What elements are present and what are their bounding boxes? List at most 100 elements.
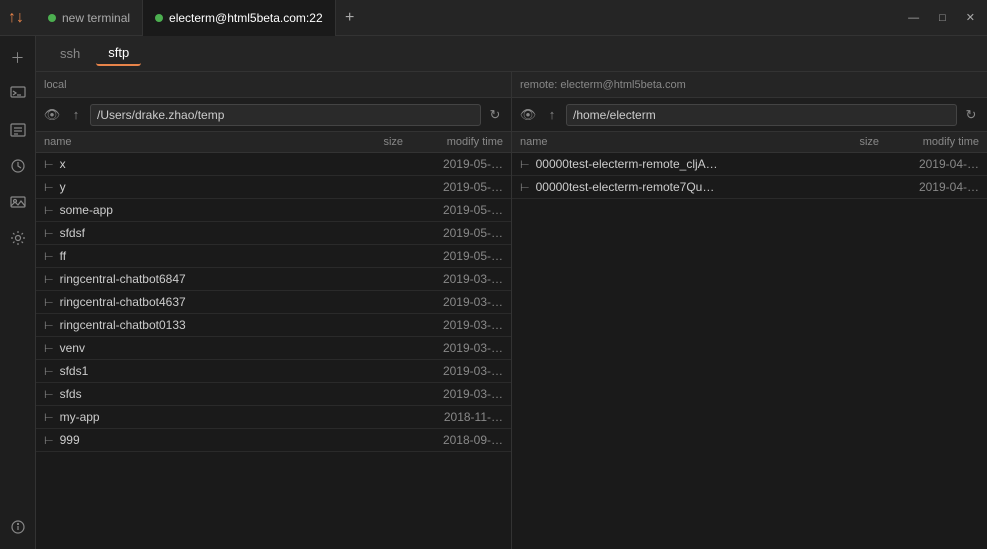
app-logo: ↑↓	[8, 9, 24, 27]
minimize-button[interactable]: —	[904, 10, 923, 26]
tab-sftp[interactable]: sftp	[96, 41, 141, 66]
local-file-row[interactable]: ⊢ y 2019-05-…	[36, 176, 511, 199]
folder-icon: ⊢	[44, 227, 54, 240]
local-file-row[interactable]: ⊢ sfdsf 2019-05-…	[36, 222, 511, 245]
tab-label-new-terminal: new terminal	[62, 11, 130, 25]
local-pane-header: local	[36, 72, 511, 98]
sidebar-image-icon[interactable]	[4, 188, 32, 216]
folder-icon: ⊢	[44, 365, 54, 378]
folder-icon: ⊢	[520, 181, 530, 194]
tab-dot-new-terminal	[48, 14, 56, 22]
folder-icon: ⊢	[44, 342, 54, 355]
folder-icon: ⊢	[44, 158, 54, 171]
remote-pane: remote: electerm@html5beta.com 👁 ↑ ↻ nam…	[512, 72, 987, 549]
remote-file-mtime: 2019-04-…	[879, 180, 979, 194]
local-file-row[interactable]: ⊢ ff 2019-05-…	[36, 245, 511, 268]
remote-pane-header: remote: electerm@html5beta.com	[512, 72, 987, 98]
folder-icon: ⊢	[520, 158, 530, 171]
remote-up-icon[interactable]: ↑	[542, 107, 562, 122]
local-file-name: ⊢ y	[44, 180, 323, 194]
maximize-button[interactable]: □	[935, 10, 950, 26]
local-file-mtime: 2019-03-…	[403, 364, 503, 378]
sidebar-settings-icon[interactable]	[4, 224, 32, 252]
local-file-name: ⊢ ringcentral-chatbot4637	[44, 295, 323, 309]
local-file-row[interactable]: ⊢ some-app 2019-05-…	[36, 199, 511, 222]
sidebar: ＋	[0, 36, 36, 549]
local-file-row[interactable]: ⊢ sfds 2019-03-…	[36, 383, 511, 406]
add-tab-button[interactable]: +	[336, 4, 364, 32]
local-file-mtime: 2019-05-…	[403, 226, 503, 240]
close-button[interactable]: ✕	[962, 9, 979, 26]
local-eye-icon[interactable]: 👁	[42, 107, 62, 123]
sidebar-add-icon[interactable]: ＋	[4, 44, 32, 72]
tab-label-sftp: electerm@html5beta.com:22	[169, 11, 323, 25]
local-file-mtime: 2019-05-…	[403, 203, 503, 217]
main-content: ssh sftp local 👁 ↑ ↻ name size modif	[36, 36, 987, 549]
local-file-row[interactable]: ⊢ ringcentral-chatbot4637 2019-03-…	[36, 291, 511, 314]
remote-path-input[interactable]	[566, 104, 957, 126]
local-pane: local 👁 ↑ ↻ name size modify time ⊢ x 20…	[36, 72, 512, 549]
local-file-name: ⊢ sfds1	[44, 364, 323, 378]
sidebar-history-icon[interactable]	[4, 152, 32, 180]
local-file-row[interactable]: ⊢ ringcentral-chatbot6847 2019-03-…	[36, 268, 511, 291]
remote-refresh-icon[interactable]: ↻	[961, 107, 981, 123]
folder-icon: ⊢	[44, 296, 54, 309]
local-col-size: size	[323, 136, 403, 148]
tab-sftp[interactable]: electerm@html5beta.com:22	[143, 0, 336, 36]
local-file-name: ⊢ my-app	[44, 410, 323, 424]
local-file-row[interactable]: ⊢ 999 2018-09-…	[36, 429, 511, 452]
tab-dot-sftp	[155, 14, 163, 22]
local-file-name: ⊢ ringcentral-chatbot0133	[44, 318, 323, 332]
local-file-mtime: 2019-03-…	[403, 387, 503, 401]
local-file-mtime: 2018-11-…	[403, 410, 503, 424]
nav-tabs: ssh sftp	[36, 36, 987, 72]
remote-file-row[interactable]: ⊢ 00000test-electerm-remote7Qu… 2019-04-…	[512, 176, 987, 199]
remote-col-name: name	[520, 136, 799, 148]
local-file-name: ⊢ venv	[44, 341, 323, 355]
folder-icon: ⊢	[44, 273, 54, 286]
remote-col-mtime: modify time	[879, 136, 979, 148]
local-file-row[interactable]: ⊢ x 2019-05-…	[36, 153, 511, 176]
remote-file-table: ⊢ 00000test-electerm-remote_cljA… 2019-0…	[512, 153, 987, 549]
app-container: ＋	[0, 36, 987, 549]
local-file-row[interactable]: ⊢ venv 2019-03-…	[36, 337, 511, 360]
local-file-name: ⊢ ff	[44, 249, 323, 263]
local-file-name: ⊢ sfdsf	[44, 226, 323, 240]
remote-file-row[interactable]: ⊢ 00000test-electerm-remote_cljA… 2019-0…	[512, 153, 987, 176]
local-file-name: ⊢ ringcentral-chatbot6847	[44, 272, 323, 286]
remote-col-headers: name size modify time	[512, 132, 987, 153]
remote-col-size: size	[799, 136, 879, 148]
local-file-mtime: 2019-03-…	[403, 318, 503, 332]
local-label: local	[44, 79, 67, 91]
folder-icon: ⊢	[44, 411, 54, 424]
local-file-mtime: 2019-05-…	[403, 157, 503, 171]
remote-eye-icon[interactable]: 👁	[518, 107, 538, 123]
tab-new-terminal[interactable]: new terminal	[36, 0, 143, 36]
remote-file-mtime: 2019-04-…	[879, 157, 979, 171]
local-col-mtime: modify time	[403, 136, 503, 148]
local-path-bar: 👁 ↑ ↻	[36, 98, 511, 132]
local-file-mtime: 2019-03-…	[403, 295, 503, 309]
local-file-row[interactable]: ⊢ my-app 2018-11-…	[36, 406, 511, 429]
local-up-icon[interactable]: ↑	[66, 107, 86, 122]
local-file-mtime: 2019-03-…	[403, 341, 503, 355]
sidebar-info-icon[interactable]	[4, 513, 32, 541]
remote-label: remote: electerm@html5beta.com	[520, 79, 686, 91]
sidebar-terminal-icon[interactable]	[4, 80, 32, 108]
local-col-name: name	[44, 136, 323, 148]
titlebar: ↑↓ new terminal electerm@html5beta.com:2…	[0, 0, 987, 36]
local-path-input[interactable]	[90, 104, 481, 126]
sidebar-files-icon[interactable]	[4, 116, 32, 144]
local-file-mtime: 2019-05-…	[403, 180, 503, 194]
folder-icon: ⊢	[44, 204, 54, 217]
sftp-panel: local 👁 ↑ ↻ name size modify time ⊢ x 20…	[36, 72, 987, 549]
local-file-mtime: 2018-09-…	[403, 433, 503, 447]
local-col-headers: name size modify time	[36, 132, 511, 153]
local-file-row[interactable]: ⊢ sfds1 2019-03-…	[36, 360, 511, 383]
local-file-name: ⊢ x	[44, 157, 323, 171]
local-file-row[interactable]: ⊢ ringcentral-chatbot0133 2019-03-…	[36, 314, 511, 337]
local-file-name: ⊢ sfds	[44, 387, 323, 401]
local-refresh-icon[interactable]: ↻	[485, 107, 505, 123]
remote-path-bar: 👁 ↑ ↻	[512, 98, 987, 132]
tab-ssh[interactable]: ssh	[48, 42, 92, 65]
